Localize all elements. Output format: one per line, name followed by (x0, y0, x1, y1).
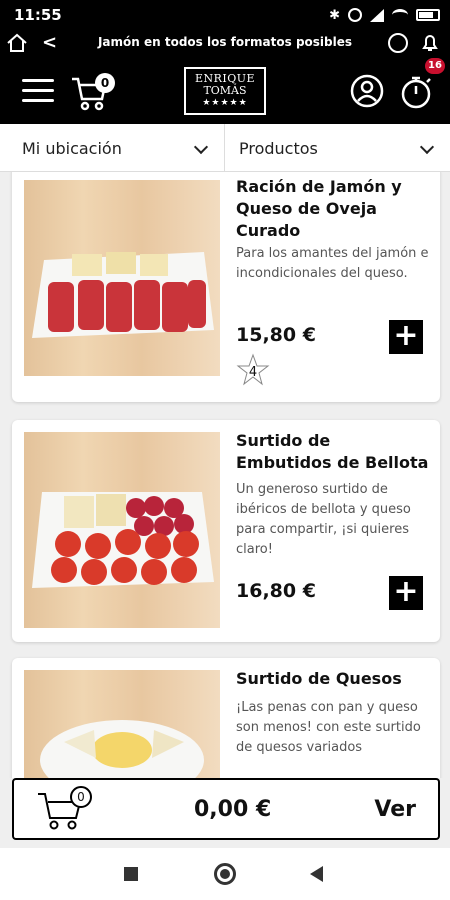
bluetooth-icon: ✱ (329, 7, 340, 23)
products-label: Productos (239, 138, 318, 158)
stopwatch-icon[interactable] (396, 71, 436, 111)
user-icon[interactable] (350, 74, 384, 108)
header-cart-count: 0 (95, 73, 115, 93)
product-list[interactable]: Ración de Jamón y Queso de Oveja Curado … (0, 172, 450, 778)
recents-icon[interactable] (124, 867, 138, 881)
status-bar: 11:55 ✱ (0, 0, 450, 30)
product-description: Un generoso surtido de ibéricos de bello… (236, 482, 411, 557)
rating-star-icon: 4 (236, 353, 270, 386)
signal-icon (370, 8, 384, 22)
product-image[interactable] (24, 180, 220, 376)
rating-count: 4 (249, 365, 257, 380)
product-card[interactable]: Surtido de Embutidos de Bellota Un gener… (12, 420, 440, 642)
brand-logo[interactable]: ENRIQUE TOMÁS ★★★★★ (184, 67, 266, 115)
cart-count-badge: 0 (70, 786, 92, 808)
chat-icon[interactable] (388, 33, 408, 53)
logo-line2: TOMÁS (203, 84, 247, 97)
alarm-icon (348, 8, 362, 22)
header-cart-button[interactable]: 0 (70, 73, 116, 113)
product-image[interactable] (24, 432, 220, 628)
product-description: Para los amantes del jamón e incondicion… (236, 246, 429, 281)
status-time: 11:55 (14, 6, 62, 24)
menu-icon[interactable] (22, 79, 54, 103)
product-name[interactable]: Surtido de Embutidos de Bellota (236, 430, 431, 474)
view-cart-button[interactable]: Ver (374, 797, 416, 822)
logo-stars: ★★★★★ (202, 98, 248, 108)
cart-total: 0,00 € (194, 797, 272, 822)
filter-row: Mi ubicación Productos (0, 124, 450, 172)
product-name[interactable]: Surtido de Quesos (236, 668, 431, 690)
browser-bar: < Jamón en todos los formatos posibles (0, 30, 450, 57)
status-icons: ✱ (329, 6, 440, 24)
add-to-cart-button[interactable]: + (389, 320, 423, 354)
system-nav-bar (0, 848, 450, 900)
home-icon[interactable] (6, 33, 28, 53)
location-label: Mi ubicación (22, 138, 122, 158)
browser-page-title: Jamón en todos los formatos posibles (97, 35, 353, 49)
product-price: 16,80 € (236, 580, 316, 602)
chevron-down-icon (193, 139, 209, 155)
product-description: ¡Las penas con pan y queso son menos! co… (236, 700, 421, 755)
notification-badge: 16 (425, 58, 445, 74)
home-button-icon[interactable] (214, 863, 236, 885)
wifi-icon (392, 9, 408, 21)
bell-icon[interactable] (420, 33, 440, 53)
product-card[interactable]: Surtido de Quesos ¡Las penas con pan y q… (12, 658, 440, 778)
product-name[interactable]: Ración de Jamón y Queso de Oveja Curado (236, 176, 431, 242)
chevron-down-icon (419, 139, 435, 155)
product-card[interactable]: Ración de Jamón y Queso de Oveja Curado … (12, 172, 440, 402)
cart-summary-bar[interactable]: 0 0,00 € Ver (12, 778, 440, 840)
back-arrow-icon[interactable]: < (42, 32, 57, 54)
product-price: 15,80 € (236, 324, 316, 346)
battery-icon (416, 9, 440, 21)
back-triangle-icon[interactable] (310, 866, 323, 882)
products-dropdown[interactable]: Productos (225, 124, 450, 172)
app-header: 0 ENRIQUE TOMÁS ★★★★★ (0, 57, 450, 124)
add-to-cart-button[interactable]: + (389, 576, 423, 610)
location-dropdown[interactable]: Mi ubicación (0, 124, 225, 172)
product-image[interactable] (24, 670, 220, 778)
